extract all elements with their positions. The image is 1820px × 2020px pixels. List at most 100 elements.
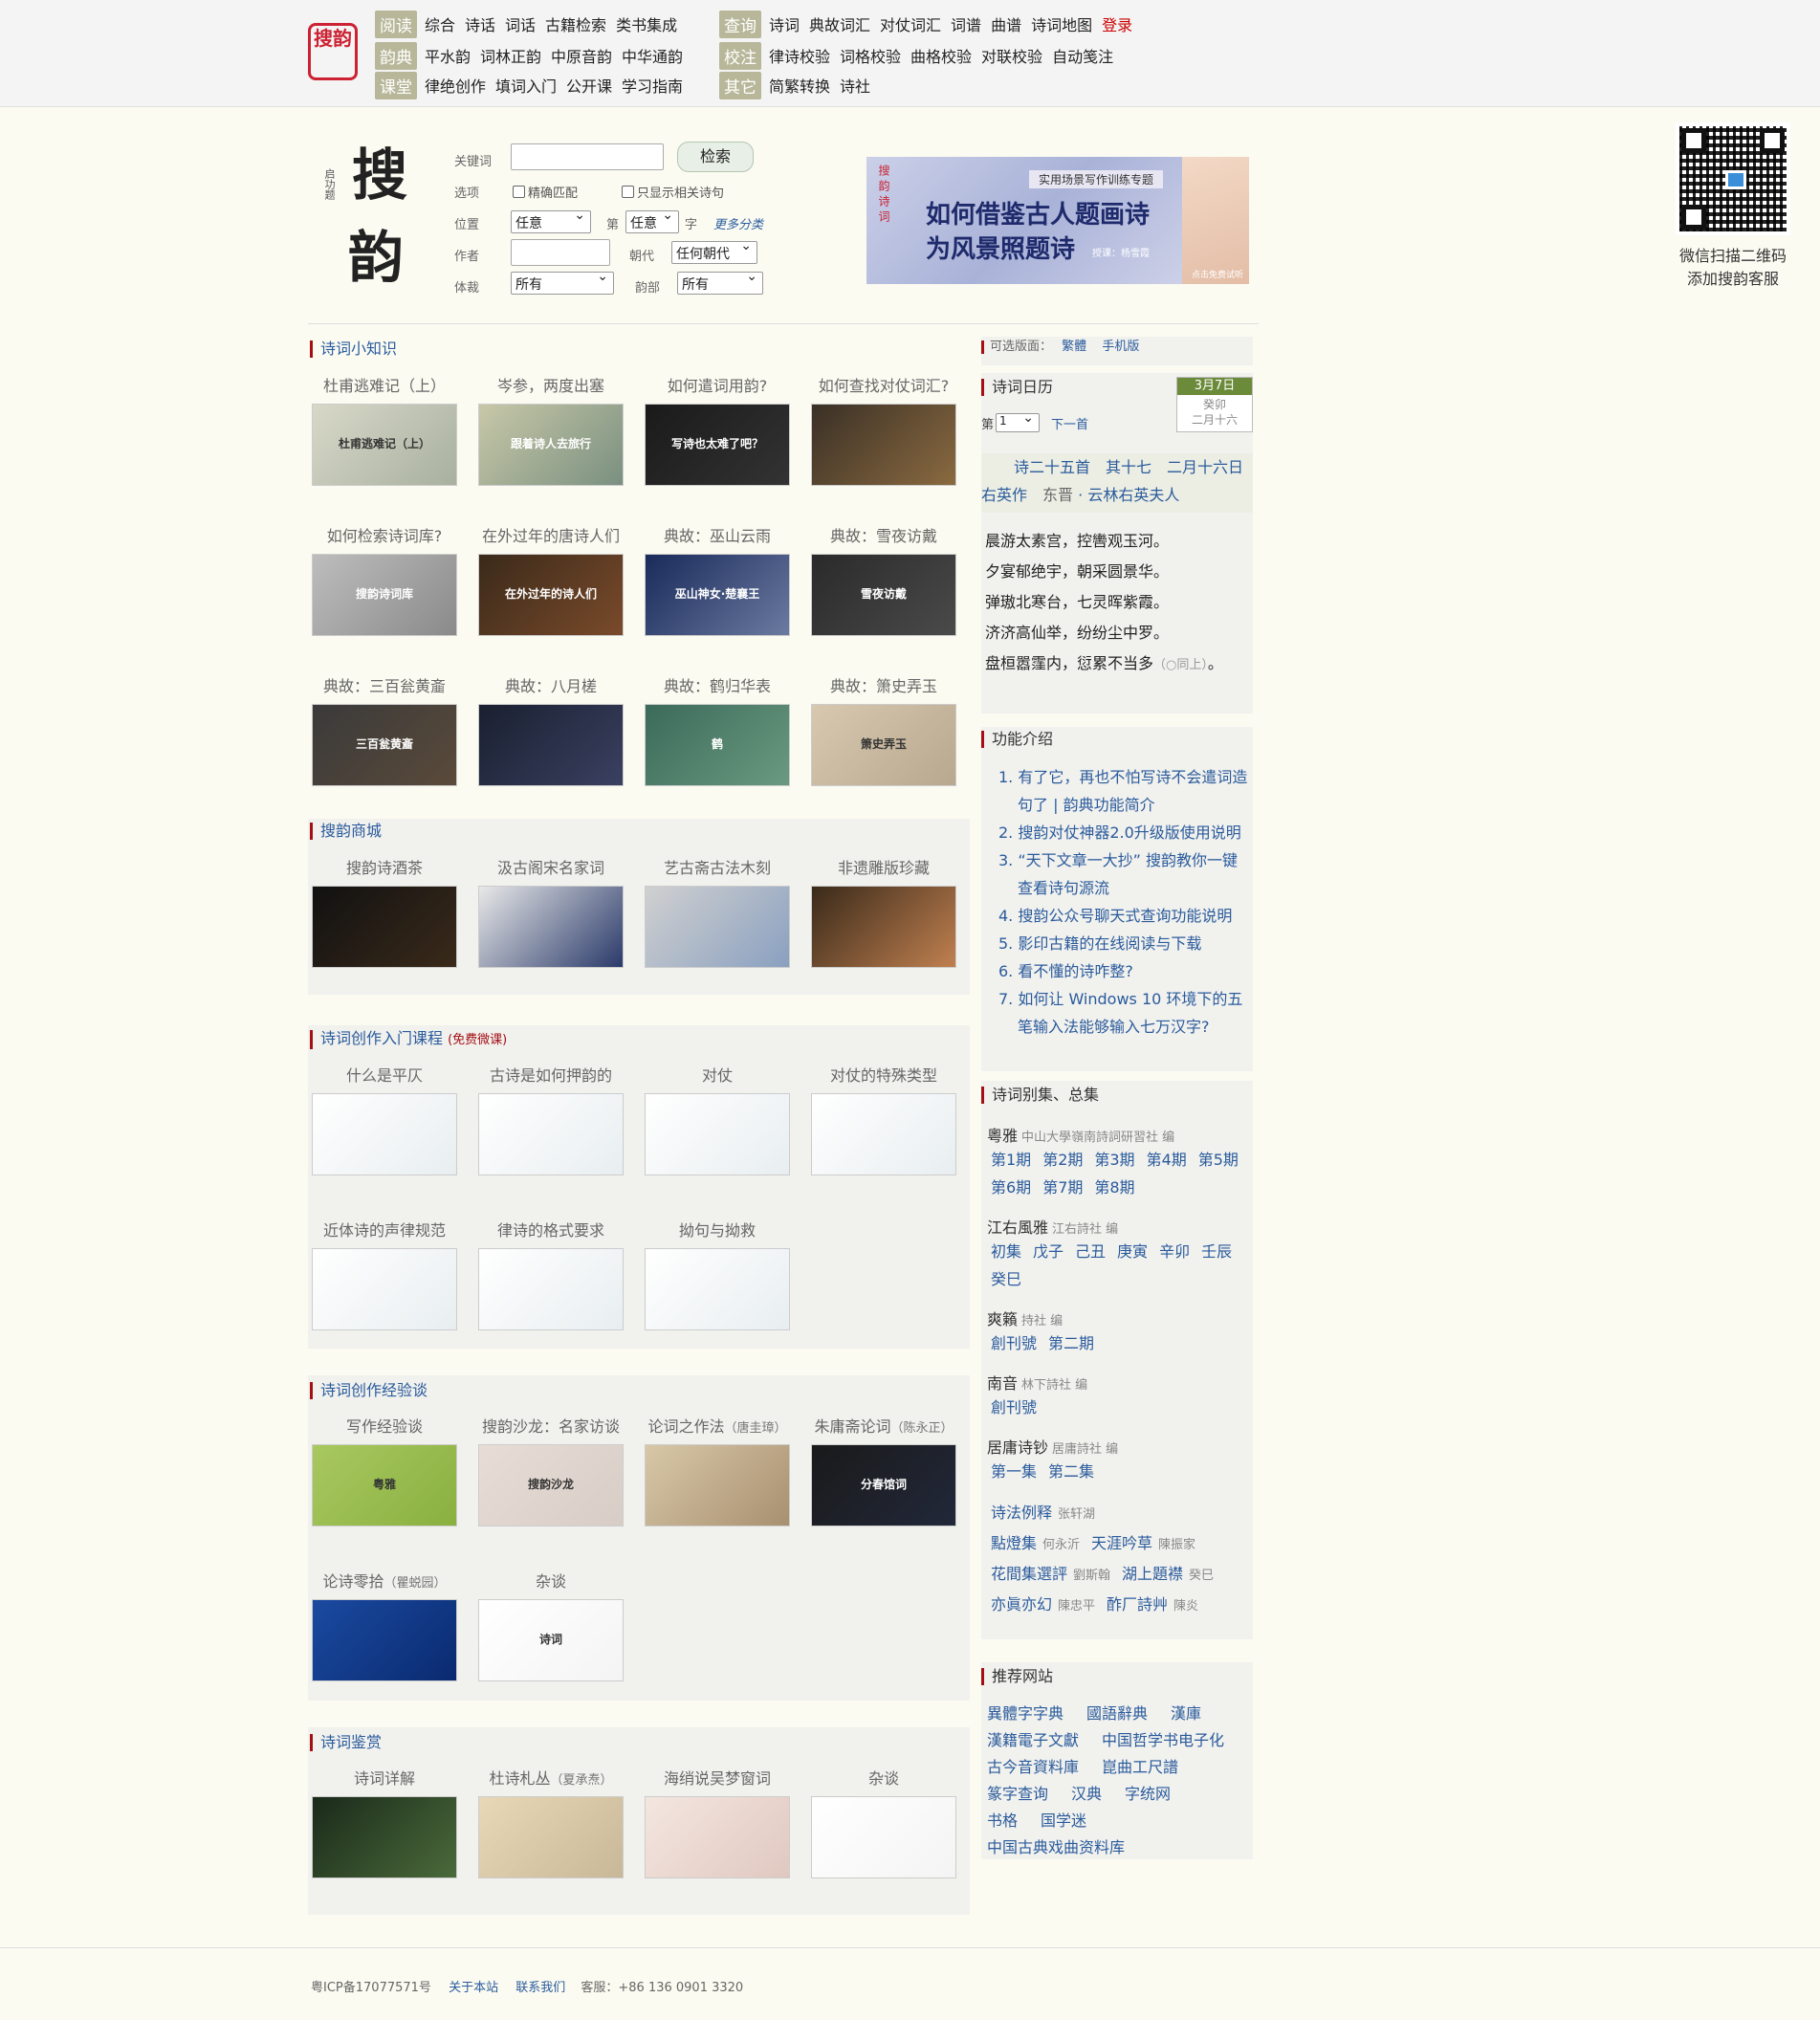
thumb-card[interactable]: 典故：箫史弄玉箫史弄玉 xyxy=(811,673,956,786)
nav-link[interactable]: 学习指南 xyxy=(622,74,683,97)
thumb-caption[interactable]: 海绡说吴梦窗词 xyxy=(645,1766,790,1789)
collection-issue-link[interactable]: 第3期 xyxy=(1094,1151,1134,1169)
recommend-link[interactable]: 中国哲学书电子化 xyxy=(1102,1731,1224,1749)
thumb-caption[interactable]: 汲古阁宋名家词 xyxy=(478,855,624,878)
nth-select[interactable]: 任意 xyxy=(625,208,679,233)
collection-issue-link[interactable]: 辛卯 xyxy=(1159,1242,1190,1261)
collection-issue-link[interactable]: 第6期 xyxy=(991,1178,1031,1197)
about-link[interactable]: 关于本站 xyxy=(449,1981,498,1995)
thumb-caption[interactable]: 如何查找对仗词汇? xyxy=(811,373,956,396)
poem-index-select[interactable]: 1 xyxy=(996,410,1041,432)
thumb-card[interactable]: 诗词详解 xyxy=(312,1766,457,1878)
nav-tag-read[interactable]: 阅读 xyxy=(375,10,417,38)
recommend-link[interactable]: 篆字查询 xyxy=(987,1785,1048,1803)
nav-link[interactable]: 自动笺注 xyxy=(1052,44,1113,67)
recommend-link[interactable]: 汉典 xyxy=(1071,1785,1102,1803)
nav-link[interactable]: 律诗校验 xyxy=(769,44,830,67)
recommend-link[interactable]: 国学迷 xyxy=(1041,1811,1086,1830)
nav-link[interactable]: 词谱 xyxy=(951,12,981,35)
collection-issue-link[interactable]: 創刊號 xyxy=(991,1334,1037,1352)
thumb-image[interactable]: 搜韵沙龙 xyxy=(478,1444,624,1526)
thumb-image[interactable]: 箫史弄玉 xyxy=(811,704,956,786)
thumb-image[interactable] xyxy=(811,1093,956,1175)
poem-author[interactable]: 云林右英夫人 xyxy=(1087,486,1179,504)
thumb-image[interactable] xyxy=(811,1796,956,1878)
thumb-caption[interactable]: 典故：箫史弄玉 xyxy=(811,673,956,696)
nav-tag-class[interactable]: 课堂 xyxy=(375,71,417,99)
thumb-card[interactable]: 如何检索诗词库? 搜韵诗词库 xyxy=(312,523,457,636)
thumb-caption[interactable]: 典故：八月槎 xyxy=(478,673,624,696)
thumb-caption[interactable]: 诗词详解 xyxy=(312,1766,457,1789)
feature-item[interactable]: 3. “天下文章一大抄” 搜韵教你一键查看诗句源流 xyxy=(998,846,1249,902)
thumb-card[interactable]: 杂谈 xyxy=(811,1766,956,1878)
collection-link[interactable]: 亦眞亦幻 xyxy=(991,1595,1052,1614)
recommend-link[interactable]: 國語辭典 xyxy=(1086,1704,1148,1723)
thumb-card[interactable]: 律诗的格式要求 xyxy=(478,1218,624,1330)
nav-link[interactable]: 对仗词汇 xyxy=(880,12,941,35)
nav-link[interactable]: 曲谱 xyxy=(991,12,1021,35)
collection-issue-link[interactable]: 癸巳 xyxy=(991,1270,1021,1288)
collection-issue-link[interactable]: 第二期 xyxy=(1048,1334,1094,1352)
collection-link[interactable]: 酢厂詩艸 xyxy=(1107,1595,1168,1614)
collection-issue-link[interactable]: 第2期 xyxy=(1042,1151,1083,1169)
feature-link[interactable]: 看不懂的诗咋整? xyxy=(1018,962,1133,980)
thumb-image[interactable] xyxy=(645,1796,790,1878)
thumb-image[interactable]: 鹤 xyxy=(645,704,790,786)
nav-link[interactable]: 律绝创作 xyxy=(425,74,486,97)
nav-link[interactable]: 综合 xyxy=(425,12,455,35)
thumb-caption[interactable]: 如何遣词用韵? xyxy=(645,373,790,396)
collection-issue-link[interactable]: 第4期 xyxy=(1147,1151,1187,1169)
thumb-caption[interactable]: 律诗的格式要求 xyxy=(478,1218,624,1241)
nav-link[interactable]: 中原音韵 xyxy=(551,44,612,67)
feature-link[interactable]: 如何让 Windows 10 环境下的五笔输入法能够输入七万汉字? xyxy=(1018,990,1242,1036)
collection-link[interactable]: 诗法例释 xyxy=(991,1504,1052,1522)
nav-link[interactable]: 古籍检索 xyxy=(545,12,606,35)
thumb-image[interactable]: 搜韵诗词库 xyxy=(312,554,457,636)
nav-tag-rhyme[interactable]: 韵典 xyxy=(375,41,417,70)
feature-link[interactable]: 搜韵公众号聊天式查询功能说明 xyxy=(1018,907,1232,925)
nav-link[interactable]: 填词入门 xyxy=(495,74,557,97)
collection-issue-link[interactable]: 壬辰 xyxy=(1201,1242,1232,1261)
thumb-caption[interactable]: 典故：巫山云雨 xyxy=(645,523,790,546)
collection-issue-link[interactable]: 第5期 xyxy=(1198,1151,1239,1169)
thumb-caption[interactable]: 岑参，两度出塞 xyxy=(478,373,624,396)
thumb-card[interactable]: 对仗的特殊类型 xyxy=(811,1063,956,1175)
collection-issue-link[interactable]: 第1期 xyxy=(991,1151,1031,1169)
collection-issue-link[interactable]: 第二集 xyxy=(1048,1462,1094,1481)
thumb-card[interactable]: 古诗是如何押韵的 xyxy=(478,1063,624,1175)
thumb-image[interactable] xyxy=(645,1444,790,1526)
recommend-link[interactable]: 漢庫 xyxy=(1171,1704,1201,1723)
nav-link[interactable]: 公开课 xyxy=(566,74,612,97)
feature-item[interactable]: 6. 看不懂的诗咋整? xyxy=(998,957,1249,985)
thumb-caption[interactable]: 近体诗的声律规范 xyxy=(312,1218,457,1241)
thumb-image[interactable] xyxy=(312,886,457,968)
thumb-caption[interactable]: 写作经验谈 xyxy=(312,1414,457,1437)
thumb-image[interactable] xyxy=(478,1796,624,1878)
collection-issue-link[interactable]: 戊子 xyxy=(1033,1242,1063,1261)
thumb-card[interactable]: 非遗雕版珍藏 xyxy=(811,855,956,968)
thumb-card[interactable]: 论诗零拾（瞿蜕园） xyxy=(312,1569,457,1681)
feature-link[interactable]: 有了它，再也不怕写诗不会遣词造句了 | 韵典功能简介 xyxy=(1018,768,1247,814)
nav-link[interactable]: 诗社 xyxy=(840,74,870,97)
traditional-link[interactable]: 繁體 xyxy=(1062,340,1086,354)
recommend-link[interactable]: 漢籍電子文獻 xyxy=(987,1731,1079,1749)
thumb-card[interactable]: 搜韵沙龙：名家访谈搜韵沙龙 xyxy=(478,1414,624,1526)
thumb-caption[interactable]: 论诗零拾（瞿蜕园） xyxy=(312,1569,457,1592)
collection-issue-link[interactable]: 第7期 xyxy=(1042,1178,1083,1197)
feature-link[interactable]: 搜韵对仗神器2.0升级版使用说明 xyxy=(1018,823,1240,842)
nav-tag-check[interactable]: 校注 xyxy=(719,41,761,70)
nav-link[interactable]: 诗词地图 xyxy=(1031,12,1092,35)
recommend-link[interactable]: 異體字字典 xyxy=(987,1704,1063,1723)
thumb-image[interactable] xyxy=(478,1248,624,1330)
thumb-caption[interactable]: 搜韵沙龙：名家访谈 xyxy=(478,1414,624,1437)
thumb-card[interactable]: 如何查找对仗词汇? xyxy=(811,373,956,486)
thumb-caption[interactable]: 对仗的特殊类型 xyxy=(811,1063,956,1086)
thumb-image[interactable]: 分春馆词 xyxy=(811,1444,956,1526)
collection-link[interactable]: 花間集選評 xyxy=(991,1565,1067,1583)
thumb-card[interactable]: 近体诗的声律规范 xyxy=(312,1218,457,1330)
nav-link[interactable]: 典故词汇 xyxy=(809,12,870,35)
thumb-caption[interactable]: 典故：三百瓮黄齑 xyxy=(312,673,457,696)
dynasty-select[interactable]: 任何朝代 xyxy=(671,238,757,264)
collection-link[interactable]: 天涯吟草 xyxy=(1091,1534,1152,1552)
thumb-caption[interactable]: 杜甫逃难记（上） xyxy=(312,373,457,396)
